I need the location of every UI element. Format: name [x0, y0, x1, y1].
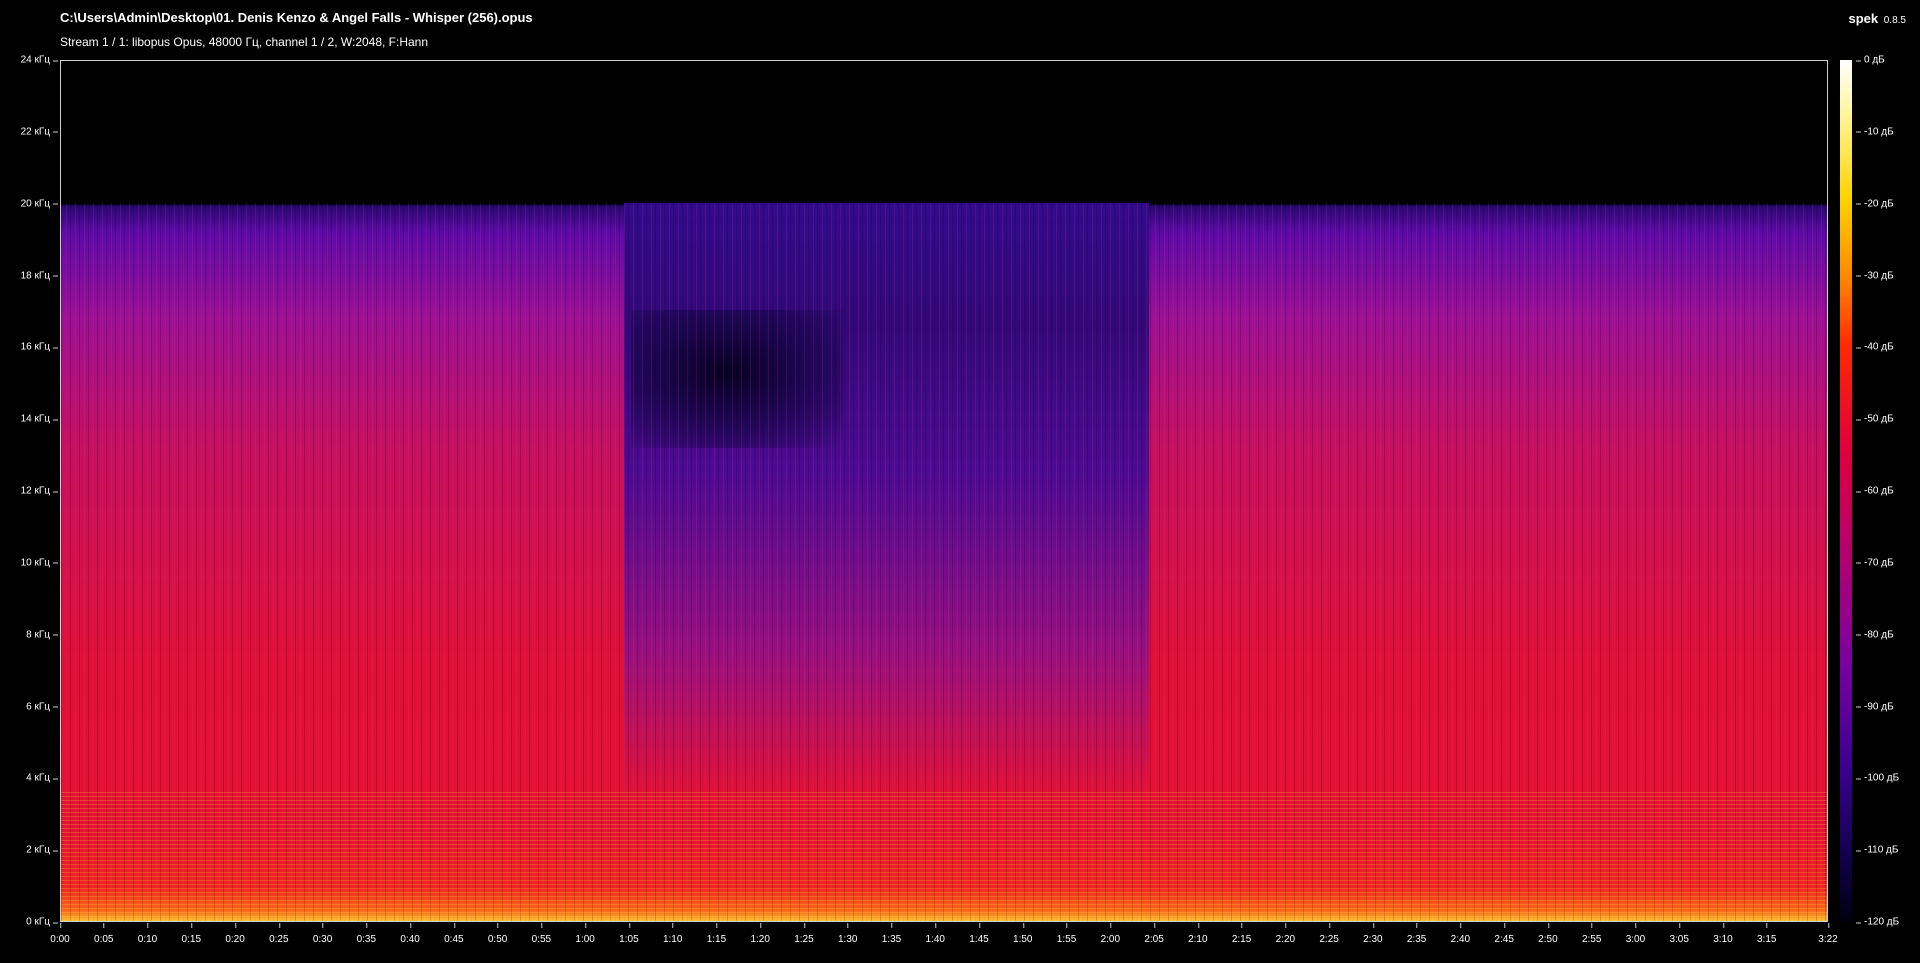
frequency-tick-label: 24 кГц	[20, 54, 59, 66]
time-tick-label: 3:00	[1625, 923, 1646, 945]
time-tick-label: 0:10	[137, 923, 158, 945]
spek-window: C:\Users\Admin\Desktop\01. Denis Kenzo &…	[0, 0, 1920, 963]
frequency-tick-label: 2 кГц	[26, 844, 58, 856]
time-tick-label: 2:50	[1538, 923, 1558, 945]
time-tick-label: 2:00	[1100, 923, 1121, 945]
time-tick-label: 0:20	[225, 923, 245, 945]
db-tick-label: -120 дБ	[1855, 916, 1900, 928]
time-tick-label: 2:25	[1319, 923, 1339, 945]
time-tick-label: 0:35	[356, 923, 377, 945]
time-tick-label: 2:55	[1581, 923, 1602, 945]
time-tick-label: 2:40	[1450, 923, 1471, 945]
frequency-tick-label: 22 кГц	[20, 126, 59, 138]
time-tick-label: 2:30	[1363, 923, 1383, 945]
time-tick-label: 0:55	[531, 923, 552, 945]
time-tick-label: 0:15	[181, 923, 202, 945]
time-tick-label: 0:45	[444, 923, 464, 945]
time-tick-label: 0:00	[50, 923, 70, 945]
time-tick-label: 0:40	[400, 923, 420, 945]
frequency-tick-label: 8 кГц	[26, 629, 58, 641]
db-axis: 0 дБ -10 дБ -20 дБ -30 дБ -40 дБ -50 дБ -60 дБ…	[1854, 55, 1920, 928]
time-tick-label: 0:50	[487, 923, 508, 945]
spectrogram-plot[interactable]	[60, 60, 1828, 922]
time-tick-label: 1:50	[1013, 923, 1033, 945]
time-tick-label: 0:30	[312, 923, 333, 945]
time-tick-label: 1:40	[925, 923, 945, 945]
time-tick-label: 1:10	[662, 923, 683, 945]
time-tick-label: 2:15	[1231, 923, 1252, 945]
app-brand: spek 0.8.5	[1848, 11, 1906, 26]
db-color-scale	[1840, 60, 1852, 922]
frequency-tick-label: 0 кГц	[26, 916, 58, 928]
time-tick-label: 2:35	[1406, 923, 1427, 945]
db-tick-label: -80 дБ	[1856, 629, 1894, 641]
db-tick-label: -110 дБ	[1855, 844, 1899, 856]
time-tick-label: 1:30	[837, 923, 858, 945]
time-tick-label: 1:05	[619, 923, 639, 945]
frequency-tick-label: 12 кГц	[20, 485, 59, 497]
time-tick-label: 0:05	[94, 923, 114, 945]
app-name: spek	[1848, 11, 1879, 26]
time-tick-label: 0:25	[269, 923, 289, 945]
time-tick-label: 1:20	[750, 923, 770, 945]
frequency-tick-label: 10 кГц	[20, 557, 59, 569]
db-tick-label: 0 дБ	[1856, 54, 1885, 66]
time-tick-label: 2:05	[1144, 923, 1164, 945]
app-version: 0.8.5	[1883, 15, 1906, 26]
spectrogram-low-band	[61, 792, 1827, 921]
time-axis: 0:00 0:05 0:10 0:15 0:20 0:25 0:30 0:35 0:40 0:45…	[50, 922, 1838, 952]
stream-info-text: Stream 1 / 1: libopus Opus, 48000 Гц, ch…	[60, 35, 429, 49]
time-tick-label: 1:00	[575, 923, 595, 945]
frequency-tick-label: 18 кГц	[20, 270, 59, 281]
db-tick-label: -40 дБ	[1856, 341, 1894, 353]
frequency-axis: 24 кГц 22 кГц 20 кГц 18 кГц 16 кГц 14 кГц 12 к…	[0, 55, 60, 928]
frequency-tick-label: 16 кГц	[20, 341, 59, 353]
time-tick-label: 2:20	[1275, 923, 1296, 945]
time-tick-label: 2:45	[1494, 923, 1514, 945]
time-tick-label: 1:15	[706, 923, 727, 945]
db-tick-label: -50 дБ	[1856, 413, 1894, 425]
db-tick-label: -20 дБ	[1856, 198, 1894, 210]
time-tick-label: 3:22	[1818, 923, 1838, 945]
db-tick-label: -10 дБ	[1856, 126, 1894, 138]
time-tick-label: 3:05	[1669, 923, 1689, 945]
frequency-tick-label: 14 кГц	[20, 413, 59, 425]
db-tick-label: -100 дБ	[1855, 772, 1900, 784]
db-tick-label: -30 дБ	[1856, 270, 1894, 281]
frequency-tick-label: 20 кГц	[20, 198, 59, 210]
time-tick-label: 3:10	[1713, 923, 1733, 945]
time-tick-label: 3:15	[1756, 923, 1777, 945]
time-tick-label: 1:45	[969, 923, 989, 945]
time-tick-label: 1:25	[794, 923, 814, 945]
time-tick-label: 2:10	[1188, 923, 1208, 945]
file-path-title: C:\Users\Admin\Desktop\01. Denis Kenzo &…	[60, 10, 533, 25]
frequency-tick-label: 6 кГц	[26, 701, 58, 712]
db-tick-label: -60 дБ	[1856, 485, 1894, 497]
db-tick-label: -70 дБ	[1856, 557, 1894, 569]
frequency-tick-label: 4 кГц	[26, 772, 58, 784]
time-tick-label: 1:35	[881, 923, 902, 945]
time-tick-label: 1:55	[1056, 923, 1077, 945]
db-tick-label: -90 дБ	[1856, 701, 1894, 712]
